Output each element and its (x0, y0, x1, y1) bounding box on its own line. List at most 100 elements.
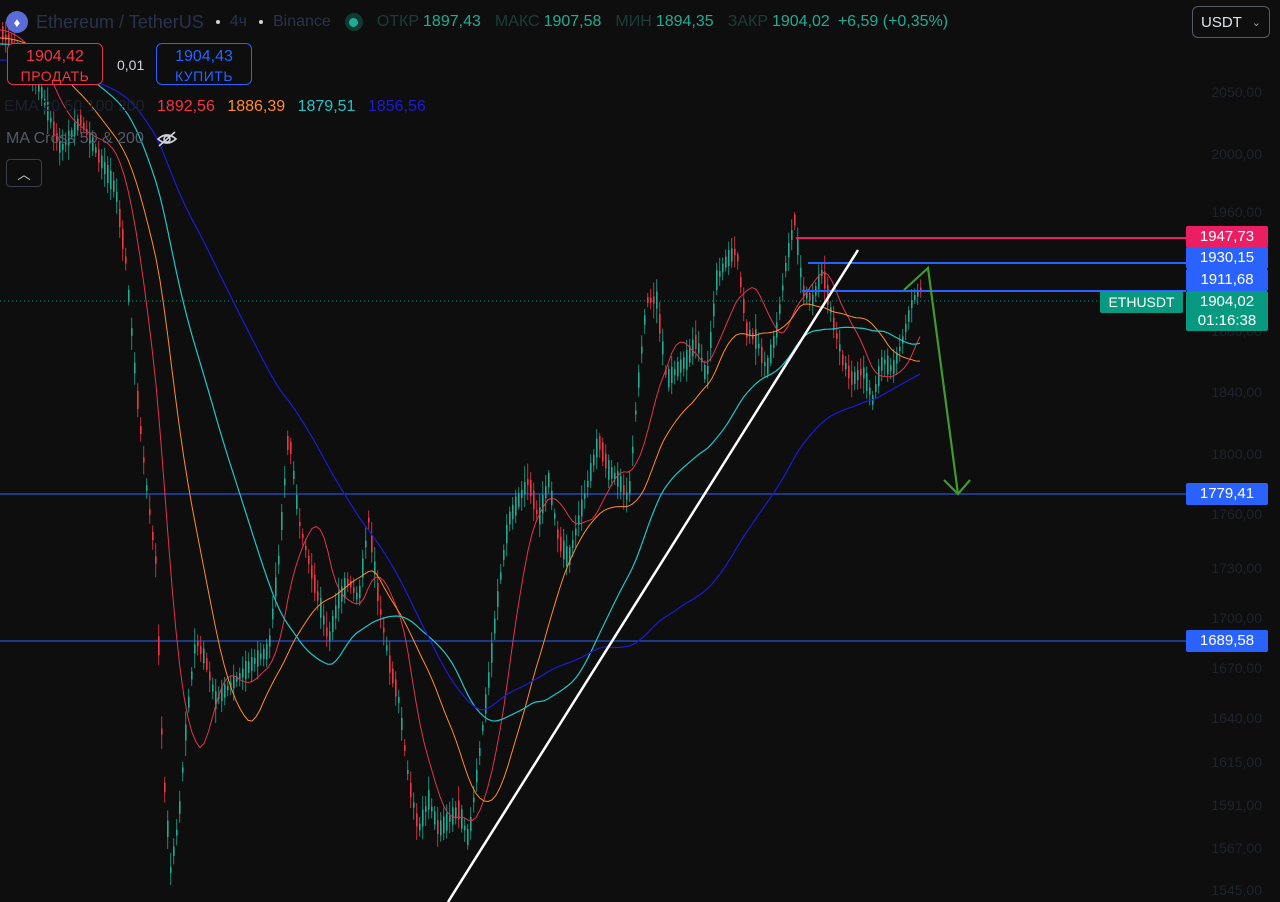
candle-body (194, 644, 196, 654)
axis-tick-label: 1960,00 (1211, 204, 1262, 220)
candle-body (434, 811, 436, 825)
candle-body (479, 748, 481, 756)
candle-body (800, 267, 802, 278)
candle-body (254, 658, 256, 664)
candle-body (644, 315, 646, 325)
chevron-up-icon: ︿ (17, 166, 31, 182)
collapse-legend-button[interactable]: ︿ (6, 159, 42, 187)
candle-body (122, 229, 124, 249)
candle-body (791, 230, 793, 240)
eye-hidden-icon[interactable] (156, 130, 178, 148)
candle-body (731, 248, 733, 262)
candle-body (659, 314, 661, 334)
candle-body (296, 494, 298, 510)
current-price: 1904,02 (1199, 293, 1255, 310)
chevron-down-icon: ⌄ (1251, 16, 1261, 29)
axis-tick-label: 1760,00 (1211, 506, 1262, 522)
candle-body (698, 343, 700, 353)
candle-body (425, 806, 427, 812)
candle-body (368, 517, 370, 523)
price-chart-canvas[interactable] (0, 0, 1280, 902)
buy-button[interactable]: 1904,43 КУПИТЬ (156, 43, 252, 85)
candle-body (173, 846, 175, 856)
ma-cross-legend[interactable]: MA Cross 50 & 200 (6, 130, 178, 148)
candle-body (179, 801, 181, 814)
candle-body (50, 117, 52, 123)
candle-body (422, 809, 424, 827)
candle-body (545, 485, 547, 499)
candle-body (893, 360, 895, 374)
symbol-name[interactable]: Ethereum / TetherUS (36, 12, 204, 33)
sell-button[interactable]: 1904,42 ПРОДАТЬ (7, 43, 103, 85)
candle-body (149, 508, 151, 516)
candle-body (206, 658, 208, 670)
candle-body (722, 263, 724, 273)
candle-body (557, 529, 559, 539)
price-tag-resistance-1: 1947,73 (1186, 226, 1268, 248)
candle-body (758, 343, 760, 349)
ema20-value: 1892,56 (157, 98, 215, 115)
axis-tick-label: 1840,00 (1211, 384, 1262, 400)
candle-body (836, 333, 838, 339)
candle-body (710, 332, 712, 348)
candle-body (857, 370, 859, 380)
candle-body (260, 653, 262, 659)
ema-legend[interactable]: EMA 20 50 100 200 1892,56 1886,39 1879,5… (4, 98, 434, 116)
candle-body (575, 528, 577, 536)
candle-body (785, 262, 787, 272)
candle-body (491, 643, 493, 663)
candle-body (80, 115, 82, 125)
candle-body (854, 372, 856, 384)
candle-body (635, 410, 637, 415)
candle-body (356, 592, 358, 600)
candle-body (161, 728, 163, 735)
candle-body (467, 828, 469, 846)
candle-body (662, 341, 664, 355)
candle-body (746, 322, 748, 338)
buy-label: КУПИТЬ (174, 68, 234, 84)
candle-body (200, 646, 202, 654)
candle-body (695, 334, 697, 350)
price-tag-level-3: 1911,68 (1186, 269, 1268, 291)
candle-body (419, 823, 421, 831)
candle-body (305, 545, 307, 551)
candle-body (668, 368, 670, 388)
candle-body (881, 357, 883, 371)
candle-body (623, 484, 625, 496)
candle-body (638, 372, 640, 388)
candle-body (134, 362, 136, 374)
candle-body (593, 454, 595, 466)
candle-body (911, 300, 913, 308)
candle-body (140, 425, 142, 435)
candle-body (257, 650, 259, 667)
candle-body (590, 462, 592, 482)
candle-body (170, 866, 172, 874)
candle-body (428, 790, 430, 810)
candle-body (908, 310, 910, 322)
candle-body (500, 572, 502, 580)
candle-body (176, 829, 178, 836)
candle-body (314, 574, 316, 594)
buy-price: 1904,43 (175, 48, 233, 65)
candle-body (617, 471, 619, 487)
candle-body (191, 671, 193, 680)
candle-body (329, 631, 331, 641)
trendline (446, 249, 860, 902)
interval-label[interactable]: 4ч (230, 13, 247, 31)
candle-body (470, 817, 472, 831)
ema200-value: 1856,56 (367, 98, 426, 115)
candle-body (788, 242, 790, 258)
sell-label: ПРОДАТЬ (20, 68, 90, 84)
candle-body (143, 457, 145, 463)
candle-body (527, 479, 529, 485)
candle-body (116, 191, 118, 203)
candle-body (308, 555, 310, 565)
candle-body (524, 482, 526, 494)
axis-tick-label: 1700,00 (1211, 610, 1262, 626)
ma-cross-label: MA Cross 50 & 200 (6, 130, 144, 147)
low-value: 1894,35 (655, 13, 714, 30)
candle-body (884, 359, 886, 365)
symbol-price-tag: ETHUSDT (1100, 291, 1183, 313)
candle-body (518, 493, 520, 507)
currency-select[interactable]: USDT ⌄ (1192, 6, 1270, 38)
